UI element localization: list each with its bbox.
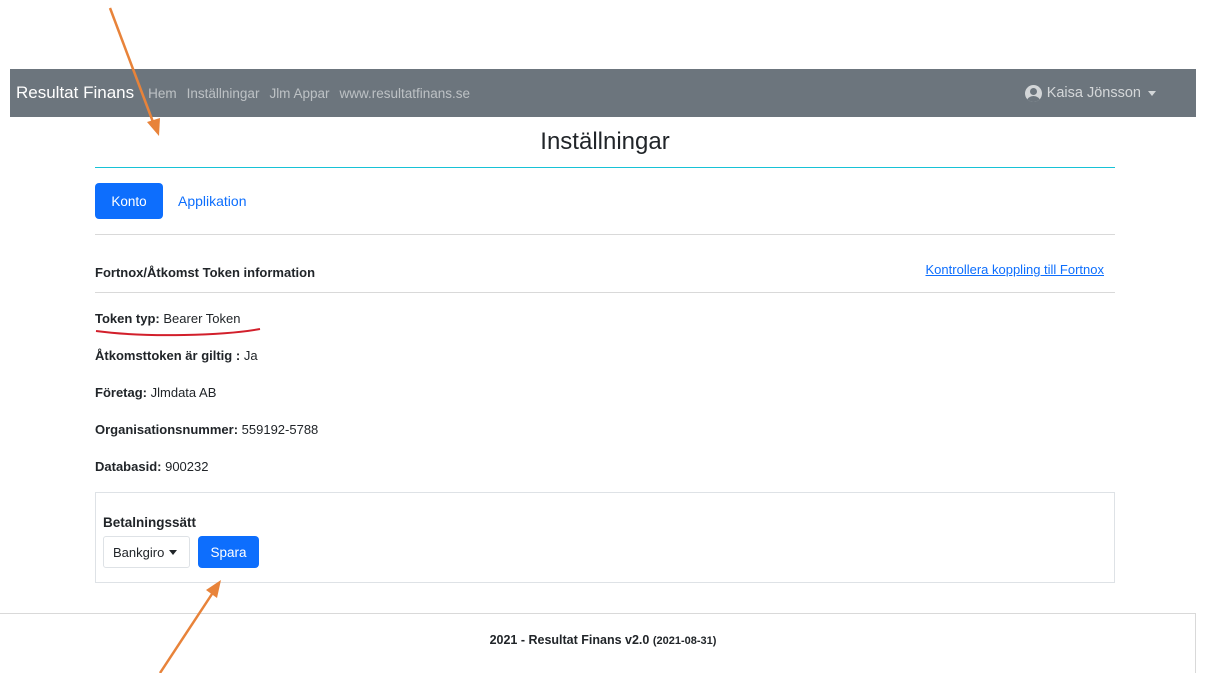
company-row: Företag: Jlmdata AB: [95, 385, 216, 400]
database-id-row: Databasid: 900232: [95, 459, 208, 474]
payment-method-label: Betalningssätt: [103, 515, 197, 530]
nav-link-jlm-appar[interactable]: Jlm Appar: [269, 86, 329, 101]
user-circle-icon: [1024, 84, 1042, 102]
tabs-divider: [95, 234, 1115, 235]
caret-down-icon: [169, 549, 178, 555]
payment-method-dropdown[interactable]: Bankgiro: [103, 536, 190, 568]
title-divider: [95, 167, 1115, 168]
tab-applikation[interactable]: Applikation: [178, 193, 247, 209]
nav-link-hem[interactable]: Hem: [148, 86, 177, 101]
check-connection-link[interactable]: Kontrollera koppling till Fortnox: [926, 262, 1104, 277]
brand-link[interactable]: Resultat Finans: [16, 83, 134, 103]
footer-version: 2021 - Resultat Finans v2.0: [489, 633, 650, 647]
token-type-value: Bearer Token: [163, 311, 241, 326]
company-label: Företag:: [95, 385, 147, 400]
footer-divider: [0, 613, 1196, 614]
footer: 2021 - Resultat Finans v2.0 (2021-08-31): [0, 633, 1206, 647]
tab-konto[interactable]: Konto: [95, 183, 163, 219]
user-menu-toggle[interactable]: Kaisa Jönsson: [1024, 69, 1156, 117]
company-value: Jlmdata AB: [150, 385, 217, 400]
red-underline-annotation: [95, 328, 261, 337]
token-valid-label: Åtkomsttoken är giltig :: [95, 348, 241, 363]
nav-link-installningar[interactable]: Inställningar: [187, 86, 260, 101]
section-divider: [95, 292, 1115, 293]
token-type-label: Token typ:: [95, 311, 160, 326]
save-button[interactable]: Spara: [198, 536, 259, 568]
section-title: Fortnox/Åtkomst Token information: [95, 265, 316, 280]
arrow-to-save-icon: [158, 580, 221, 673]
token-valid-row: Åtkomsttoken är giltig : Ja: [95, 348, 258, 363]
payment-method-selected: Bankgiro: [113, 544, 165, 560]
org-number-row: Organisationsnummer: 559192-5788: [95, 422, 318, 437]
token-type-row: Token typ: Bearer Token: [95, 311, 240, 326]
org-number-value: 559192-5788: [241, 422, 319, 437]
caret-down-icon: [1148, 90, 1156, 96]
database-id-value: 900232: [165, 459, 209, 474]
org-number-label: Organisationsnummer:: [95, 422, 239, 437]
top-navbar: Resultat Finans Hem Inställningar Jlm Ap…: [10, 69, 1196, 117]
nav-link-website[interactable]: www.resultatfinans.se: [339, 86, 470, 101]
page-title: Inställningar: [540, 128, 670, 155]
user-name: Kaisa Jönsson: [1046, 85, 1141, 101]
database-id-label: Databasid:: [95, 459, 162, 474]
footer-date: (2021-08-31): [652, 635, 717, 647]
token-valid-value: Ja: [243, 348, 258, 363]
